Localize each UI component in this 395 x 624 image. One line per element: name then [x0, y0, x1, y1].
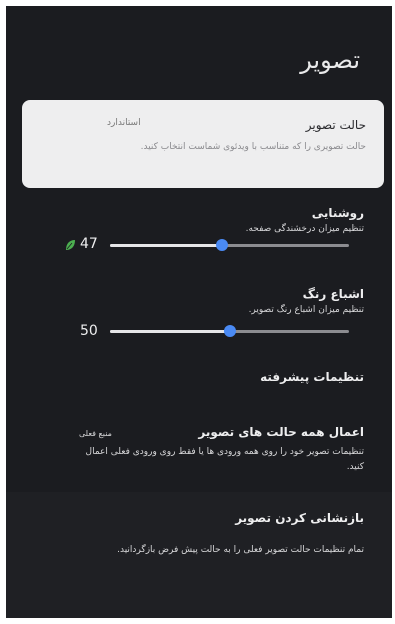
brightness-description: تنظیم میزان درخشندگی صفحه. [245, 224, 364, 234]
picture-mode-label: حالت تصویر [305, 118, 366, 132]
page-title: تصویر [300, 46, 360, 74]
reset-picture-description: تمام تنظیمات حالت تصویر فعلی را به حالت … [117, 545, 364, 555]
reset-picture-label: بازنشانی کردن تصویر [235, 511, 364, 525]
apply-all-modes-label: اعمال همه حالت های تصویر [198, 425, 364, 439]
picture-mode-description: حالت تصویری را که متناسب با ویدئوی شماست… [140, 142, 366, 152]
apply-all-modes-description-line2: کنید. [346, 462, 364, 472]
saturation-description: تنظیم میزان اشباع رنگ تصویر. [248, 305, 364, 315]
saturation-label: اشباع رنگ [302, 287, 364, 301]
brightness-label: روشنایی [311, 206, 364, 220]
saturation-slider-fill [110, 330, 230, 333]
brightness-slider-thumb[interactable] [216, 239, 229, 251]
picture-mode-item[interactable]: حالت تصویر استاندارد حالت تصویری را که م… [22, 100, 384, 188]
saturation-slider-thumb[interactable] [223, 325, 236, 337]
apply-all-modes-value: منبع فعلی [79, 429, 112, 438]
brightness-value: 47 [80, 236, 98, 252]
saturation-value: 50 [80, 323, 98, 339]
eco-leaf-icon [66, 240, 75, 250]
brightness-slider[interactable] [110, 239, 349, 251]
brightness-slider-fill [110, 244, 223, 247]
advanced-settings-label: تنظیمات پیشرفته [260, 370, 364, 384]
apply-all-modes-description-line1: تنظیمات تصویر خود را روی همه ورودی ها یا… [85, 447, 364, 457]
saturation-slider[interactable] [110, 325, 349, 337]
picture-mode-value: استاندارد [107, 118, 141, 128]
picture-settings-panel: تصویر حالت تصویر استاندارد حالت تصویری ر… [6, 6, 392, 618]
reset-picture-item[interactable]: بازنشانی کردن تصویر تمام تنظیمات حالت تص… [6, 492, 392, 618]
